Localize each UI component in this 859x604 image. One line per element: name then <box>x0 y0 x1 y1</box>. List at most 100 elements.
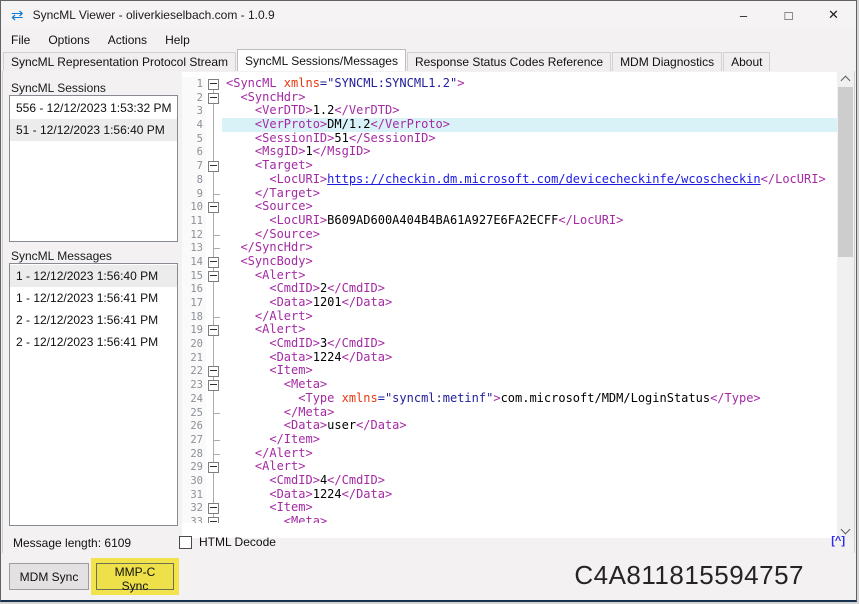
fold-collapse-icon[interactable] <box>208 380 219 391</box>
messages-label: SyncML Messages <box>11 249 112 263</box>
tab-response-status-codes-reference[interactable]: Response Status Codes Reference <box>407 52 611 71</box>
close-button[interactable]: ✕ <box>811 1 856 29</box>
code-text: </Alert> <box>222 447 837 461</box>
fold-collapse-icon[interactable] <box>208 257 219 268</box>
fold-margin <box>206 337 222 351</box>
fold-connector-line <box>213 474 214 488</box>
fold-end-tick <box>214 235 220 236</box>
fold-margin[interactable] <box>206 159 222 173</box>
footer-bar: MDM Sync MMP-C Sync C4A811815594757 <box>1 553 856 600</box>
fold-margin[interactable] <box>206 515 222 523</box>
fold-margin <box>206 392 222 406</box>
tab-about[interactable]: About <box>723 52 770 71</box>
fold-margin[interactable] <box>206 77 222 91</box>
fold-margin[interactable] <box>206 91 222 105</box>
fold-collapse-icon[interactable] <box>208 462 219 473</box>
menu-item-actions[interactable]: Actions <box>99 31 156 49</box>
line-number: 5 <box>182 132 206 146</box>
fold-collapse-icon[interactable] <box>208 517 219 523</box>
sessions-label: SyncML Sessions <box>11 81 106 95</box>
code-token: 1224 <box>313 350 342 364</box>
code-line: 4 <VerProto>DM/1.2</VerProto> <box>182 118 837 132</box>
tab-mdm-diagnostics[interactable]: MDM Diagnostics <box>612 52 722 71</box>
list-item[interactable]: 2 - 12/12/2023 1:56:41 PM <box>10 331 177 353</box>
list-item[interactable]: 1 - 12/12/2023 1:56:40 PM <box>10 265 177 287</box>
fold-margin[interactable] <box>206 501 222 515</box>
minimize-button[interactable]: – <box>721 1 766 29</box>
code-text: <LocURI>https://checkin.dm.microsoft.com… <box>222 173 837 187</box>
xml-editor[interactable]: 1<SyncML xmlns="SYNCML:SYNCML1.2">2 <Syn… <box>182 72 854 538</box>
code-token: <SyncML <box>226 77 284 90</box>
fold-margin <box>206 310 222 324</box>
html-decode-checkbox[interactable] <box>179 536 192 549</box>
code-token: </CmdID> <box>327 281 385 295</box>
code-text: <Alert> <box>222 269 837 283</box>
html-decode-control[interactable]: HTML Decode <box>179 535 276 549</box>
fold-margin[interactable] <box>206 323 222 337</box>
code-line: 14 <SyncBody> <box>182 255 837 269</box>
fold-collapse-icon[interactable] <box>208 202 219 213</box>
code-line: 31 <Data>1224</Data> <box>182 488 837 502</box>
fold-margin[interactable] <box>206 364 222 378</box>
fold-collapse-icon[interactable] <box>208 93 219 104</box>
code-token: </Alert> <box>255 309 313 323</box>
code-token: ="syncml:metinf" <box>378 391 494 405</box>
code-line: 23 <Meta> <box>182 378 837 392</box>
fold-margin[interactable] <box>206 378 222 392</box>
code-token: user <box>327 418 356 432</box>
messages-listbox[interactable]: 1 - 12/12/2023 1:56:40 PM1 - 12/12/2023 … <box>9 263 178 526</box>
code-line: 28 </Alert> <box>182 447 837 461</box>
code-text: </Alert> <box>222 310 837 324</box>
mdm-sync-button[interactable]: MDM Sync <box>9 563 89 590</box>
code-token: 1224 <box>313 487 342 501</box>
list-item[interactable]: 51 - 12/12/2023 1:56:40 PM <box>10 119 177 141</box>
maximize-button[interactable]: □ <box>766 1 811 29</box>
window-title: SyncML Viewer - oliverkieselbach.com - 1… <box>33 8 275 22</box>
menu-item-options[interactable]: Options <box>39 31 98 49</box>
tab-syncml-sessions-messages[interactable]: SyncML Sessions/Messages <box>237 49 406 71</box>
code-token: <LocURI> <box>269 213 327 227</box>
code-token: 1201 <box>313 295 342 309</box>
scrollbar-thumb[interactable] <box>838 87 853 257</box>
line-number: 23 <box>182 378 206 392</box>
fold-connector-line <box>213 118 214 132</box>
line-number: 7 <box>182 159 206 173</box>
url-link[interactable]: https://checkin.dm.microsoft.com/devicec… <box>327 172 760 186</box>
fold-collapse-icon[interactable] <box>208 79 219 90</box>
fold-margin <box>206 145 222 159</box>
menu-item-file[interactable]: File <box>2 31 39 49</box>
list-item[interactable]: 2 - 12/12/2023 1:56:41 PM <box>10 309 177 331</box>
code-line: 6 <MsgID>1</MsgID> <box>182 145 837 159</box>
code-token: </MsgID> <box>313 144 371 158</box>
fold-collapse-icon[interactable] <box>208 161 219 172</box>
tab-syncml-representation-protocol-stream[interactable]: SyncML Representation Protocol Stream <box>3 52 236 71</box>
fold-margin[interactable] <box>206 269 222 283</box>
line-number: 27 <box>182 433 206 447</box>
list-item[interactable]: 1 - 12/12/2023 1:56:41 PM <box>10 287 177 309</box>
sessions-listbox[interactable]: 556 - 12/12/2023 1:53:32 PM51 - 12/12/20… <box>9 95 178 242</box>
code-token: </Data> <box>342 350 393 364</box>
html-decode-label: HTML Decode <box>199 535 276 549</box>
fold-margin[interactable] <box>206 200 222 214</box>
scroll-up-icon[interactable] <box>837 72 854 86</box>
code-line: 21 <Data>1224</Data> <box>182 351 837 365</box>
menu-item-help[interactable]: Help <box>156 31 199 49</box>
fold-collapse-icon[interactable] <box>208 271 219 282</box>
fold-collapse-icon[interactable] <box>208 503 219 514</box>
fold-margin <box>206 433 222 447</box>
line-number: 12 <box>182 228 206 242</box>
list-item[interactable]: 556 - 12/12/2023 1:53:32 PM <box>10 97 177 119</box>
fold-margin <box>206 474 222 488</box>
mmpc-sync-button[interactable]: MMP-C Sync <box>96 563 174 590</box>
code-text: <Type xmlns="syncml:metinf">com.microsof… <box>222 392 837 406</box>
fold-margin[interactable] <box>206 255 222 269</box>
fold-connector-line <box>213 351 214 365</box>
code-token: <Alert> <box>255 322 306 336</box>
fold-collapse-icon[interactable] <box>208 366 219 377</box>
fold-margin[interactable] <box>206 460 222 474</box>
editor-scrollbar[interactable] <box>837 72 854 538</box>
code-text: <Target> <box>222 159 837 173</box>
scroll-to-top-link[interactable]: [^] <box>831 535 845 547</box>
fold-collapse-icon[interactable] <box>208 325 219 336</box>
code-token: </Data> <box>356 418 407 432</box>
